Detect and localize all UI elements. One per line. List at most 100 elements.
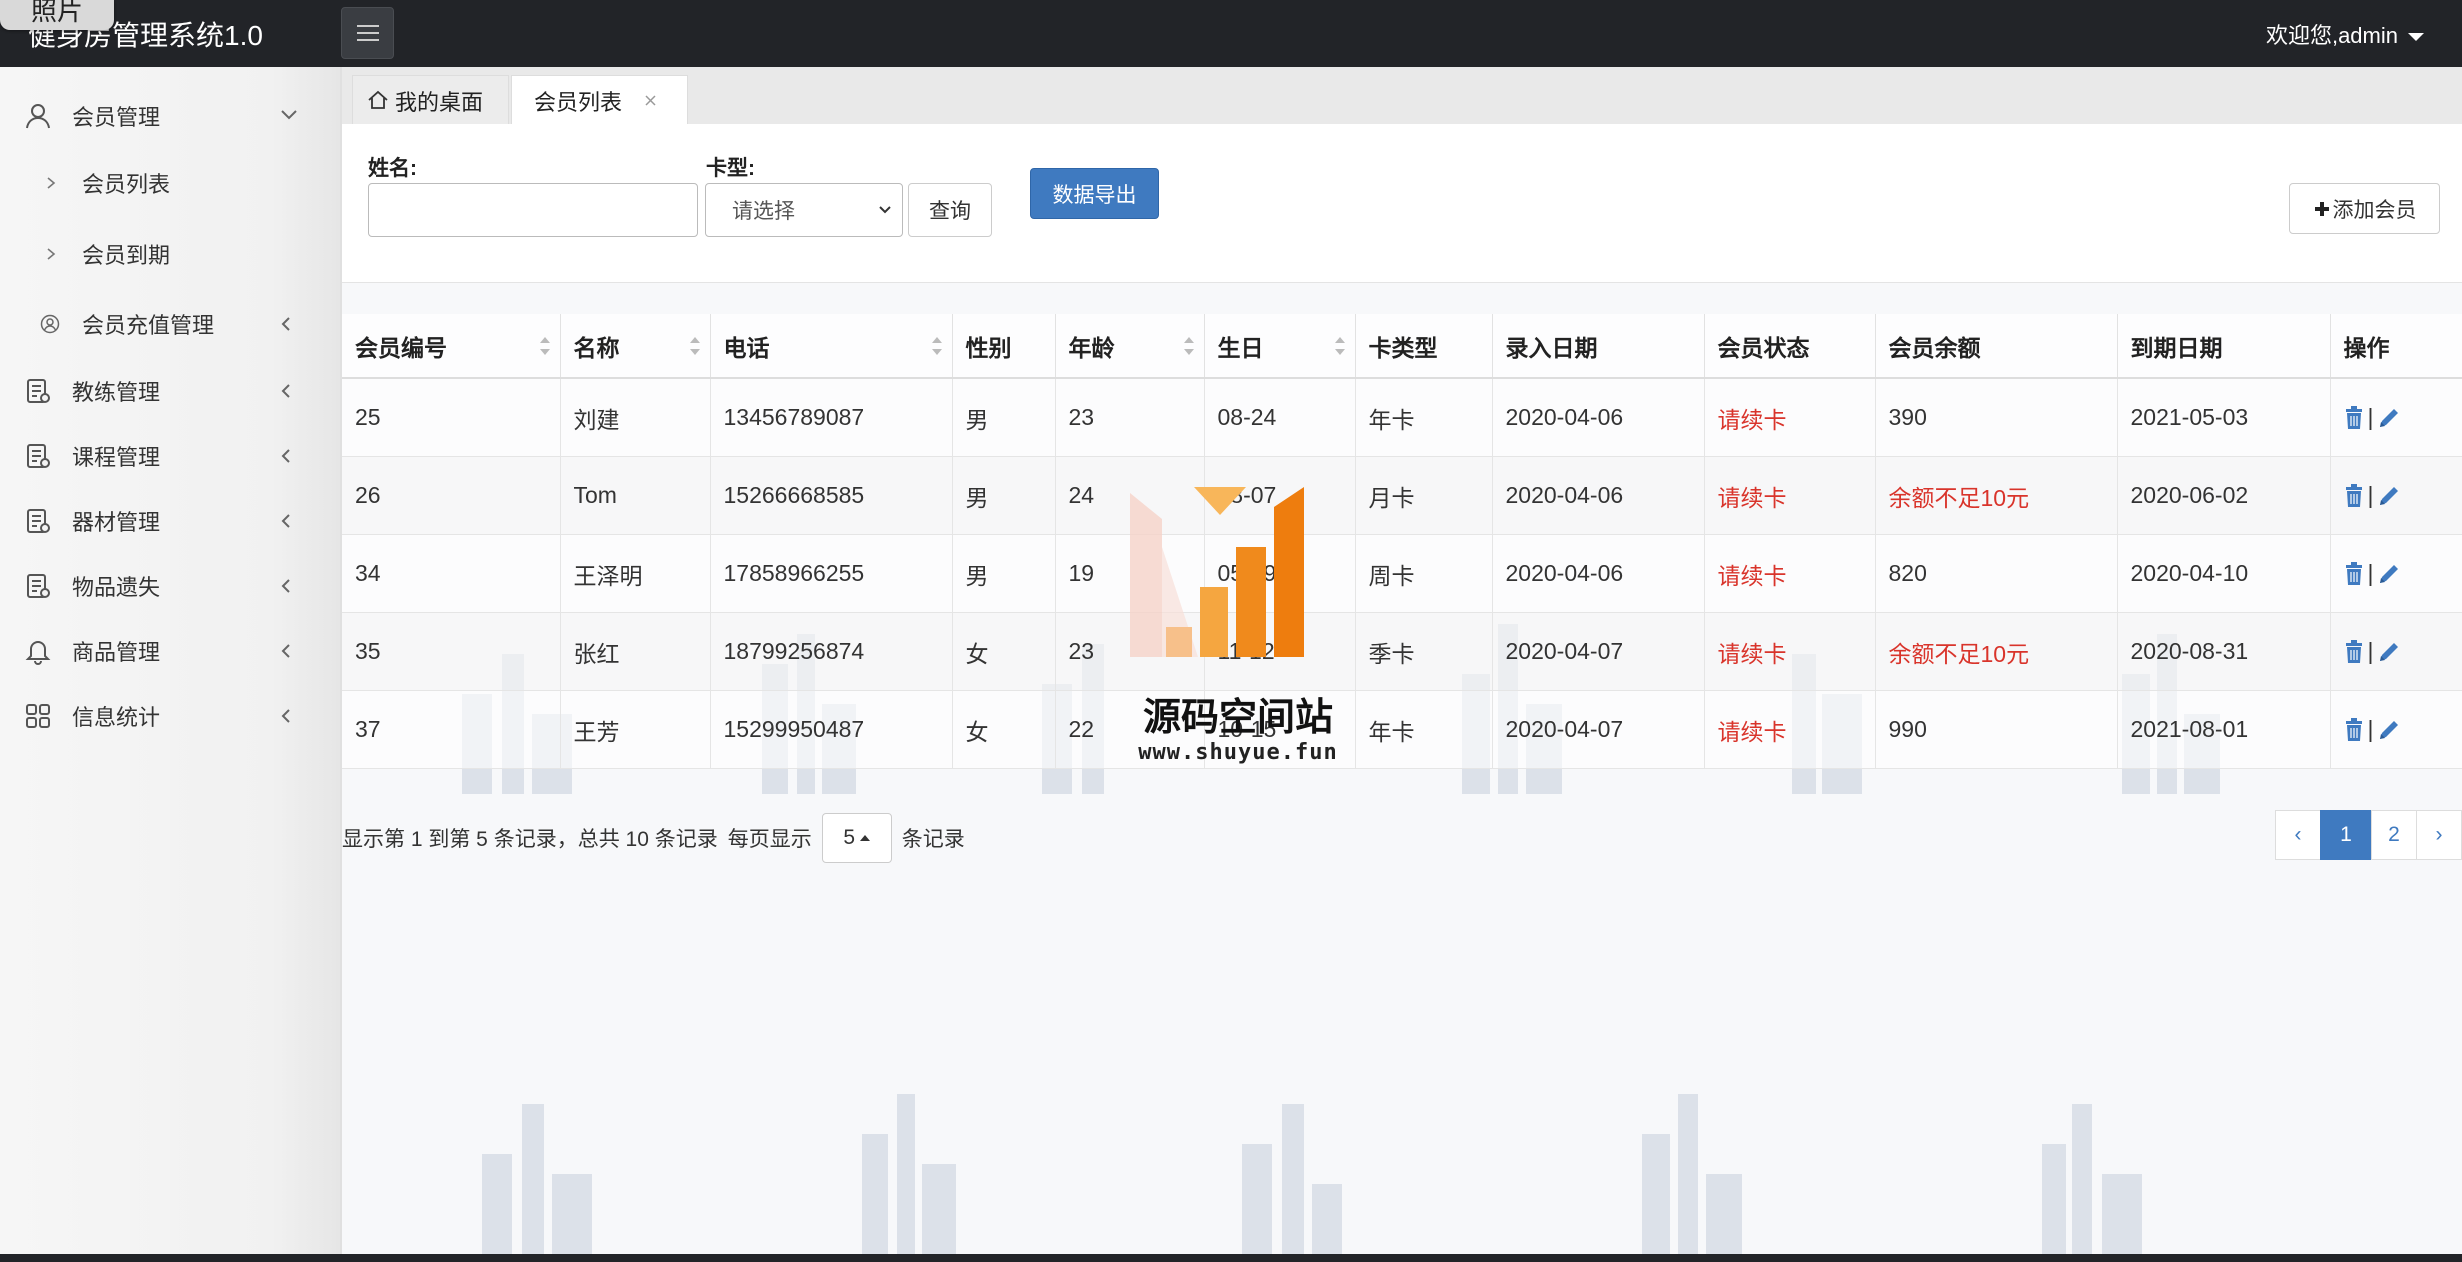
sidebar-item-member-recharge[interactable]: 会员充值管理 <box>0 294 340 354</box>
card-type-select[interactable]: 请选择 <box>705 183 903 237</box>
column-header-status: 会员状态 <box>1704 314 1876 379</box>
grid-icon <box>26 704 50 728</box>
column-header-birthday[interactable]: 生日 <box>1204 314 1356 379</box>
caret-down-icon <box>2408 33 2424 42</box>
chevron-left-icon <box>281 449 290 463</box>
tab-label: 会员列表 <box>534 89 623 115</box>
close-icon[interactable] <box>644 94 657 107</box>
cell-balance: 余额不足10元 <box>1875 612 2118 691</box>
sidebar-item-equipment-management[interactable]: 器材管理 <box>0 491 340 551</box>
cell-card-type: 月卡 <box>1355 456 1493 535</box>
cell-birthday: 08-24 <box>1204 378 1356 457</box>
page-button-2[interactable]: 2 <box>2371 810 2417 860</box>
plus-icon <box>2314 201 2329 216</box>
column-header-label: 到期日期 <box>2130 334 2223 361</box>
tab-member-list[interactable]: 会员列表 <box>511 75 688 125</box>
column-header-label: 录入日期 <box>1505 334 1598 361</box>
trash-icon[interactable] <box>2344 405 2364 430</box>
page-next-button[interactable]: › <box>2416 810 2462 860</box>
trash-icon[interactable] <box>2344 717 2364 742</box>
hamburger-icon <box>356 25 379 41</box>
cell-status: 请续卡 <box>1704 456 1876 535</box>
sidebar-item-label: 课程管理 <box>72 445 161 470</box>
cell-expire-date: 2020-08-31 <box>2117 612 2331 691</box>
watermark-title: 源码空间站 <box>1142 695 1333 739</box>
bell-icon <box>25 641 51 665</box>
sidebar-item-member-management[interactable]: 会员管理 <box>0 86 340 146</box>
query-button[interactable]: 查询 <box>908 183 992 237</box>
cell-actions: | <box>2330 690 2462 769</box>
pagination: ‹ 1 2 › <box>2275 810 2462 860</box>
document-icon <box>27 574 50 598</box>
name-input[interactable] <box>368 183 698 237</box>
page-prev-button[interactable]: ‹ <box>2275 810 2321 860</box>
sort-icon[interactable] <box>931 336 942 355</box>
pagination-info: 显示第 1 到第 5 条记录，总共 10 条记录 每页显示 5 条记录 <box>342 813 965 863</box>
tab-label: 我的桌面 <box>395 89 484 115</box>
edit-pencil-icon[interactable] <box>2377 406 2401 430</box>
edit-pencil-icon[interactable] <box>2377 484 2401 508</box>
sidebar-toggle-button[interactable] <box>341 7 394 59</box>
action-separator: | <box>2367 638 2374 664</box>
cell-balance: 余额不足10元 <box>1875 456 2118 535</box>
cell-id: 37 <box>342 690 561 769</box>
sidebar-item-member-expiry[interactable]: 会员到期 <box>0 224 340 284</box>
cell-expire-date: 2021-05-03 <box>2117 378 2331 457</box>
sidebar-item-lost-items[interactable]: 物品遗失 <box>0 556 340 616</box>
trash-icon[interactable] <box>2344 561 2364 586</box>
table-row: 34 王泽明 17858966255 男 19 05-09 周卡 2020-04… <box>342 534 2462 613</box>
cell-id: 35 <box>342 612 561 691</box>
edit-pencil-icon[interactable] <box>2377 718 2401 742</box>
cell-balance: 990 <box>1875 690 2118 769</box>
cell-actions: | <box>2330 378 2462 457</box>
tab-home[interactable]: 我的桌面 <box>352 75 509 125</box>
table-row: 37 王芳 15299950487 女 22 10-15 年卡 2020-04-… <box>342 690 2462 769</box>
sort-icon[interactable] <box>539 336 550 355</box>
sidebar-item-member-list[interactable]: 会员列表 <box>0 153 340 213</box>
column-header-label: 电话 <box>723 334 770 361</box>
page-size-dropdown[interactable]: 5 <box>821 813 892 863</box>
column-header-name[interactable]: 名称 <box>560 314 711 379</box>
cell-entry-date: 2020-04-06 <box>1492 534 1705 613</box>
column-header-phone[interactable]: 电话 <box>710 314 953 379</box>
trash-icon[interactable] <box>2344 639 2364 664</box>
main-content: 姓名: 卡型: 请选择 查询 数据导出 添加会员 会员编号 名称 电话 性别 年… <box>342 124 2462 1257</box>
photo-tag[interactable]: 照片 <box>0 0 114 30</box>
column-header-label: 年龄 <box>1068 334 1115 361</box>
user-menu[interactable]: 欢迎您,admin <box>2266 18 2424 50</box>
cell-id: 34 <box>342 534 561 613</box>
edit-pencil-icon[interactable] <box>2377 562 2401 586</box>
page-button-1[interactable]: 1 <box>2320 810 2372 860</box>
trash-icon[interactable] <box>2344 483 2364 508</box>
member-table: 会员编号 名称 电话 性别 年龄 生日 卡类型 录入日期 会员状态 会员余额 到… <box>342 314 2462 769</box>
sort-icon[interactable] <box>1334 336 1345 355</box>
cell-card-type: 年卡 <box>1355 690 1493 769</box>
add-member-button[interactable]: 添加会员 <box>2289 183 2440 234</box>
column-header-id[interactable]: 会员编号 <box>342 314 561 379</box>
sidebar-item-statistics[interactable]: 信息统计 <box>0 686 340 746</box>
cell-entry-date: 2020-04-06 <box>1492 378 1705 457</box>
document-icon <box>27 444 50 468</box>
sidebar-item-label: 会员管理 <box>72 105 161 130</box>
cell-phone: 15266668585 <box>710 456 953 535</box>
sort-icon[interactable] <box>1183 336 1194 355</box>
cell-expire-date: 2020-04-10 <box>2117 534 2331 613</box>
table-row: 25 刘建 13456789087 男 23 08-24 年卡 2020-04-… <box>342 378 2462 457</box>
sidebar: 会员管理 会员列表 会员到期 会员充值管理 教练管理 课程管理 器材管理 物品遗… <box>0 67 342 1257</box>
edit-pencil-icon[interactable] <box>2377 640 2401 664</box>
chevron-left-icon <box>281 317 290 331</box>
column-header-age[interactable]: 年龄 <box>1055 314 1205 379</box>
sidebar-item-coach-management[interactable]: 教练管理 <box>0 361 340 421</box>
sidebar-item-goods-management[interactable]: 商品管理 <box>0 621 340 681</box>
caret-up-icon <box>860 835 871 841</box>
export-button[interactable]: 数据导出 <box>1030 168 1159 219</box>
action-separator: | <box>2367 560 2374 586</box>
sidebar-item-course-management[interactable]: 课程管理 <box>0 426 340 486</box>
sort-icon[interactable] <box>689 336 700 355</box>
chevron-left-icon <box>281 384 290 398</box>
cell-gender: 男 <box>952 534 1056 613</box>
table-header-row: 会员编号 名称 电话 性别 年龄 生日 卡类型 录入日期 会员状态 会员余额 到… <box>342 314 2462 379</box>
table-row: 26 Tom 15266668585 男 24 08-07 月卡 2020-04… <box>342 456 2462 535</box>
action-separator: | <box>2367 404 2374 430</box>
column-header-gender: 性别 <box>952 314 1056 379</box>
